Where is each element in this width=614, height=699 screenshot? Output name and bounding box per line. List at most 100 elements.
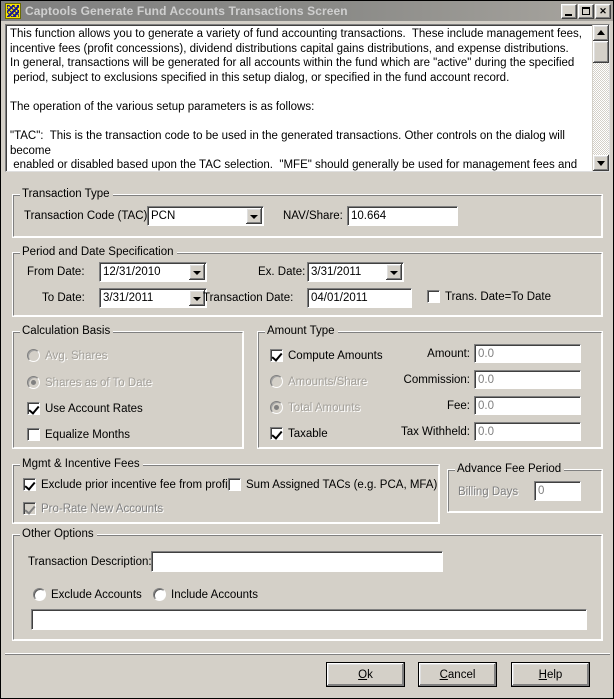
checkbox-box <box>270 349 283 362</box>
radio-circle <box>33 588 46 601</box>
checkbox-box <box>23 478 36 491</box>
scrollbar-thumb[interactable] <box>593 41 609 63</box>
tax-withheld-input[interactable]: 0.0 <box>474 422 581 441</box>
minimize-button[interactable] <box>561 3 577 19</box>
chevron-down-icon[interactable] <box>386 264 402 280</box>
ex-date-value: 3/31/2011 <box>311 266 362 278</box>
group-transaction-type: Transaction Type Transaction Code (TAC) … <box>12 188 603 238</box>
fee-label: Fee: <box>446 400 470 412</box>
radio-avg-shares[interactable]: Avg. Shares <box>27 349 107 362</box>
ex-date-label: Ex. Date: <box>258 266 306 278</box>
tac-combobox[interactable]: PCN <box>147 206 264 226</box>
checkbox-taxable[interactable]: Taxable <box>270 427 328 440</box>
nav-share-input[interactable]: 10.664 <box>347 206 458 226</box>
commission-label: Commission: <box>403 374 470 386</box>
checkbox-equalize-months-label: Equalize Months <box>45 428 131 441</box>
tac-value: PCN <box>151 210 176 222</box>
group-amount-type: Amount Type Compute Amounts Amounts/Shar… <box>257 325 603 449</box>
group-mgmt-incentive-fees: Mgmt & Incentive Fees Exclude prior ince… <box>12 458 440 524</box>
checkbox-box <box>270 427 283 440</box>
radio-exclude-accounts-label: Exclude Accounts <box>51 588 142 601</box>
checkbox-exclude-prior-incentive-fee[interactable]: Exclude prior incentive fee from profit <box>23 478 231 491</box>
transaction-date-label: Transaction Date: <box>203 292 294 304</box>
checkbox-equalize-months[interactable]: Equalize Months <box>27 428 130 441</box>
radio-circle <box>27 349 40 362</box>
checkbox-box <box>228 478 241 491</box>
group-advance-fee-period-label: Advance Fee Period <box>455 463 565 475</box>
amount-label: Amount: <box>427 348 470 360</box>
nav-share-label: NAV/Share: <box>283 210 343 222</box>
checkbox-sum-assigned-tacs[interactable]: Sum Assigned TACs (e.g. PCA, MFA) <box>228 478 437 491</box>
radio-shares-as-of-to-date[interactable]: Shares as of To Date <box>27 376 152 389</box>
scrollbar-track[interactable] <box>593 63 609 155</box>
chevron-down-icon[interactable] <box>246 208 262 224</box>
checkbox-box <box>27 402 40 415</box>
help-button[interactable]: Help <box>511 662 590 687</box>
from-date-value: 12/31/2010 <box>103 266 161 278</box>
captools-app-icon <box>5 3 21 19</box>
radio-include-accounts[interactable]: Include Accounts <box>153 588 258 601</box>
close-button[interactable]: ✕ <box>595 3 611 19</box>
group-calculation-basis: Calculation Basis Avg. Shares Shares as … <box>12 325 244 449</box>
maximize-button[interactable] <box>578 3 594 19</box>
radio-circle <box>27 376 40 389</box>
radio-circle <box>270 401 283 414</box>
help-button-mnemonic: H <box>538 668 547 681</box>
group-period-date-label: Period and Date Specification <box>20 246 177 258</box>
cancel-button[interactable]: Cancel <box>418 662 497 687</box>
accounts-list-input[interactable] <box>31 609 587 630</box>
group-other-options: Other Options Transaction Description: E… <box>12 528 603 641</box>
billing-days-input[interactable]: 0 <box>534 481 581 501</box>
from-date-combobox[interactable]: 12/31/2010 <box>99 262 207 282</box>
trans-date-equals-to-date-label: Trans. Date=To Date <box>445 290 551 303</box>
checkbox-box <box>427 290 440 303</box>
radio-amounts-per-share-label: Amounts/Share <box>288 375 368 388</box>
group-period-date: Period and Date Specification From Date:… <box>12 246 603 317</box>
transaction-date-input[interactable]: 04/01/2011 <box>307 288 412 308</box>
transaction-description-input[interactable] <box>151 551 443 572</box>
group-other-options-label: Other Options <box>20 528 97 540</box>
checkbox-box <box>27 428 40 441</box>
fee-input[interactable]: 0.0 <box>474 396 581 415</box>
group-amount-type-label: Amount Type <box>265 325 338 337</box>
tax-withheld-label: Tax Withheld: <box>400 426 470 438</box>
window-title: Captools Generate Fund Accounts Transact… <box>25 4 348 18</box>
radio-circle <box>270 375 283 388</box>
chevron-down-icon[interactable] <box>189 264 205 280</box>
trans-date-equals-to-date-checkbox[interactable]: Trans. Date=To Date <box>427 290 551 303</box>
ex-date-combobox[interactable]: 3/31/2011 <box>307 262 404 282</box>
checkbox-pro-rate-new-accounts[interactable]: Pro-Rate New Accounts <box>23 502 163 515</box>
radio-total-amounts[interactable]: Total Amounts <box>270 401 360 414</box>
group-advance-fee-period: Advance Fee Period Billing Days 0 <box>447 463 603 513</box>
checkbox-use-account-rates[interactable]: Use Account Rates <box>27 402 143 415</box>
checkbox-pro-rate-new-accounts-label: Pro-Rate New Accounts <box>41 502 164 515</box>
scroll-up-icon[interactable] <box>593 25 609 41</box>
scroll-down-icon[interactable] <box>593 155 609 171</box>
description-panel: This function allows you to generate a v… <box>5 24 610 172</box>
dialog-window: Captools Generate Fund Accounts Transact… <box>0 0 614 699</box>
commission-input[interactable]: 0.0 <box>474 370 581 389</box>
checkbox-box <box>23 502 36 515</box>
to-date-label: To Date: <box>42 292 85 304</box>
cancel-button-mnemonic: C <box>439 668 448 681</box>
from-date-label: From Date: <box>27 266 85 278</box>
to-date-value: 3/31/2011 <box>103 292 154 304</box>
radio-amounts-per-share[interactable]: Amounts/Share <box>270 375 367 388</box>
group-transaction-type-label: Transaction Type <box>20 188 113 200</box>
tac-label: Transaction Code (TAC) <box>24 210 148 222</box>
radio-circle <box>153 588 166 601</box>
billing-days-label: Billing Days <box>458 486 519 498</box>
radio-exclude-accounts[interactable]: Exclude Accounts <box>33 588 142 601</box>
to-date-combobox[interactable]: 3/31/2011 <box>99 288 207 308</box>
checkbox-taxable-label: Taxable <box>288 427 328 440</box>
amount-input[interactable]: 0.0 <box>474 344 581 363</box>
radio-include-accounts-label: Include Accounts <box>171 588 258 601</box>
transaction-description-label: Transaction Description: <box>28 556 152 568</box>
description-scrollbar[interactable] <box>592 25 609 171</box>
radio-shares-as-of-to-date-label: Shares as of To Date <box>45 376 153 389</box>
checkbox-exclude-prior-incentive-fee-label: Exclude prior incentive fee from profit <box>41 478 231 491</box>
group-calculation-basis-label: Calculation Basis <box>20 325 114 337</box>
description-text: This function allows you to generate a v… <box>10 28 582 171</box>
cancel-button-label: ancel <box>447 668 476 681</box>
ok-button[interactable]: Ok <box>326 662 405 687</box>
